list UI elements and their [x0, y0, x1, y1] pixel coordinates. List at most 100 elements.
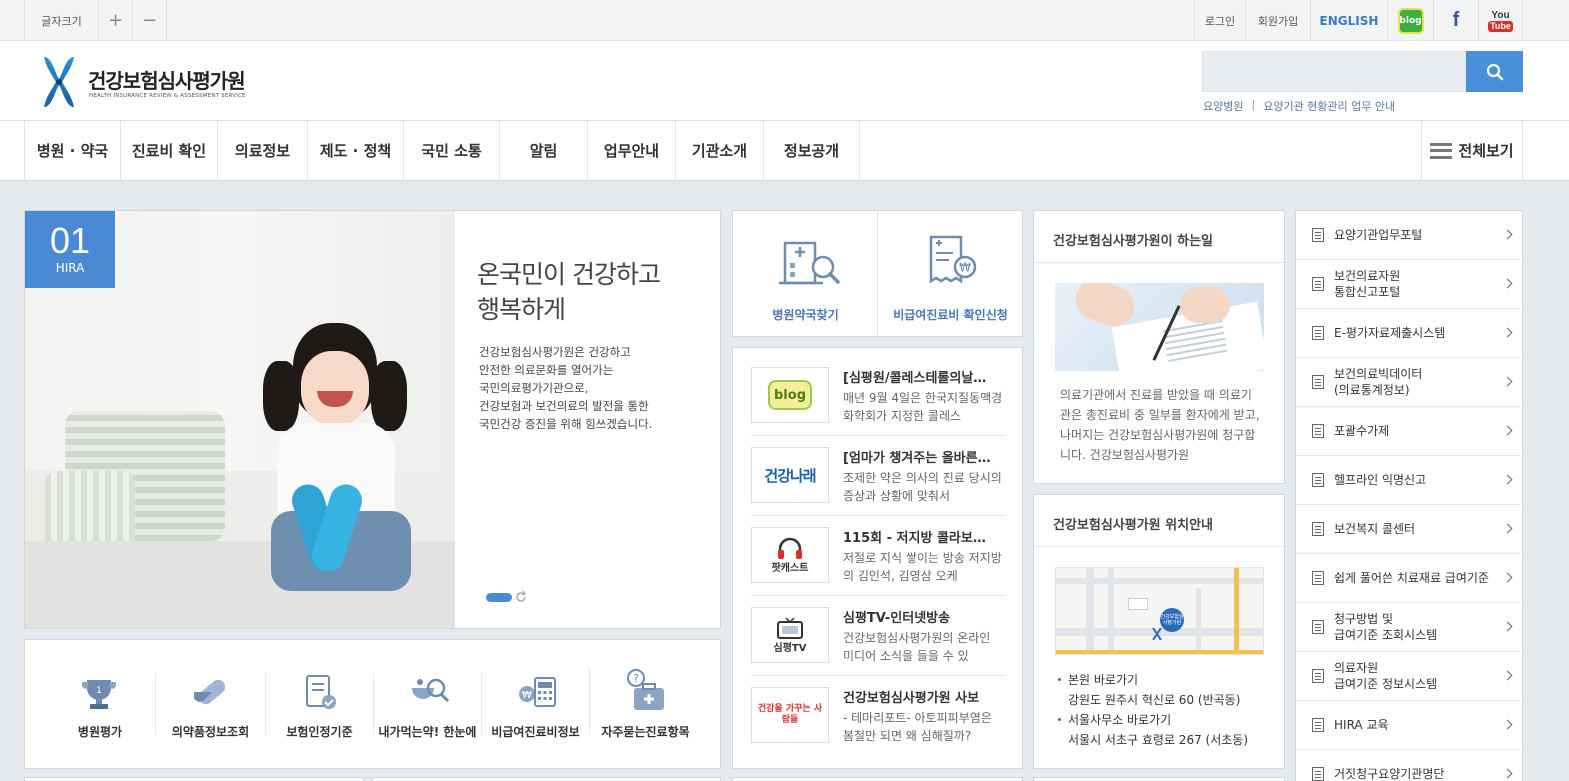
hira-tv-thumb: 심평TV	[751, 607, 829, 663]
news-item[interactable]: 건강을 가꾸는 사람들 건강보험심사평가원 사보 - 테마리포트- 아토피피부염…	[751, 687, 1007, 767]
location-map[interactable]: 건강보험심사평가원	[1055, 567, 1264, 655]
medical-bag-question-icon: ?	[627, 669, 664, 710]
link-care-portal[interactable]: 요양기관업무포털	[1296, 211, 1521, 260]
document-check-icon	[306, 675, 336, 709]
related-sites: 요양기관업무포털 보건의료자원 통합신고포털 E-평가자료제출시스템 보건의료빅데…	[1295, 210, 1523, 781]
hospital-search-icon	[779, 241, 840, 285]
youtube-link[interactable]: You Tube	[1478, 0, 1523, 41]
seoul-link[interactable]: 서울사무소 바로가기	[1058, 710, 1248, 730]
nav-medical-fee-check[interactable]: 진료비 확인	[121, 121, 218, 180]
document-icon	[1312, 522, 1324, 536]
all-menu-label: 전체보기	[1458, 142, 1514, 160]
quick-drug-info[interactable]: 의약품정보조회	[155, 674, 265, 739]
nav-about[interactable]: 기관소개	[676, 121, 764, 180]
about-title[interactable]: 건강보험심사평가원이 하는일	[1053, 230, 1213, 249]
chevron-right-icon	[1502, 768, 1513, 779]
medicine-magnifier-icon	[412, 678, 450, 703]
facebook-icon: f	[1452, 9, 1460, 31]
nav-notice[interactable]: 알림	[500, 121, 588, 180]
link-call-center[interactable]: 보건복지 콜센터	[1296, 505, 1521, 554]
news-title[interactable]: [심평원/콜레스테롤의날…	[843, 367, 1003, 386]
news-description: 건강보험심사평가원의 온라인 미디어 소식을 들을 수 있	[843, 631, 991, 663]
chevron-right-icon	[1502, 572, 1513, 583]
hero-title: 온국민이 건강하고 행복하게	[477, 260, 661, 324]
svg-text:₩: ₩	[522, 690, 532, 701]
link-claim-method[interactable]: 청구방법 및 급여기준 조회시스템	[1296, 603, 1521, 652]
hq-address: 강원도 원주시 혁신로 60 (반곡동)	[1068, 693, 1241, 707]
nav-medical-info[interactable]: 의료정보	[218, 121, 308, 180]
document-icon	[1312, 277, 1324, 291]
document-icon	[1312, 669, 1324, 683]
site-header: 건강보험심사평가원 HEALTH INSURANCE REVIEW & ASSE…	[0, 41, 1569, 120]
chevron-right-icon	[1502, 474, 1513, 485]
slide-number-badge: 01 HIRA	[25, 211, 115, 288]
hq-link[interactable]: 본원 바로가기	[1058, 670, 1248, 690]
news-description: 매년 9월 4일은 한국지질동맥경화학회가 지정한 콜레스	[843, 391, 1003, 423]
login-link[interactable]: 로그인	[1194, 0, 1245, 41]
sub-link-status-guide[interactable]: 요양기관 현황관리 업무 안내	[1263, 98, 1395, 114]
nav-business-guide[interactable]: 업무안내	[588, 121, 676, 180]
link-big-data[interactable]: 보건의료빅데이터 (의료통계정보)	[1296, 358, 1521, 407]
hira-marker-icon	[1152, 628, 1162, 640]
health-magazine-thumb: 건강나래	[751, 447, 829, 503]
seoul-address: 서울시 서초구 효령로 267 (서초동)	[1068, 733, 1249, 747]
chevron-right-icon	[1502, 523, 1513, 534]
about-description: 의료기관에서 진료를 받았을 때 의료기관은 총진료비 중 일부를 환자에게 받…	[1060, 388, 1260, 462]
facebook-link[interactable]: f	[1433, 0, 1478, 41]
link-helpline[interactable]: 헬프라인 익명신고	[1296, 456, 1521, 505]
location-title[interactable]: 건강보험심사평가원 위치안내	[1053, 514, 1213, 533]
news-title[interactable]: 건강보험심사평가원 사보	[843, 687, 1003, 706]
chevron-right-icon	[1502, 376, 1513, 387]
quick-hospital-evaluation[interactable]: 1 병원평가	[45, 640, 155, 768]
blog-thumb: blog	[751, 367, 829, 423]
quick-menu: 1 병원평가 의약품정보조회 보험인정기준 내가먹는약! 한눈에 ₩ 비급여진료…	[24, 639, 721, 769]
hero-description: 건강보험심사평가원은 건강하고 안전한 의료문화를 열어가는 국민의료평가기관으…	[479, 345, 653, 431]
search-input[interactable]	[1202, 51, 1466, 92]
quick-nonpay-info[interactable]: ₩ 비급여진료비정보	[481, 674, 589, 739]
news-title[interactable]: 115회 - 저지방 콜라보…	[843, 527, 1003, 546]
signup-link[interactable]: 회원가입	[1245, 0, 1310, 41]
news-title[interactable]: 심평TV-인터넷방송	[843, 607, 1003, 626]
link-material-criteria[interactable]: 쉽게 풀어쓴 치료재료 급여기준	[1296, 554, 1521, 603]
nav-info-disclosure[interactable]: 정보공개	[764, 121, 860, 180]
find-hospital-button[interactable]: 병원약국찾기	[733, 211, 878, 336]
link-drg[interactable]: 포괄수가제	[1296, 407, 1521, 456]
link-hira-education[interactable]: HIRA 교육	[1296, 701, 1521, 750]
link-health-resource-portal[interactable]: 보건의료자원 통합신고포털	[1296, 260, 1521, 309]
site-logo[interactable]: 건강보험심사평가원 HEALTH INSURANCE REVIEW & ASSE…	[40, 55, 280, 111]
refresh-icon[interactable]	[515, 590, 527, 603]
link-false-claim-list[interactable]: 거짓청구요양기관명단	[1296, 750, 1521, 781]
quick-my-medicine[interactable]: 내가먹는약! 한눈에	[373, 674, 481, 739]
font-decrease-button[interactable]: −	[132, 0, 167, 41]
chevron-right-icon	[1502, 229, 1513, 240]
headphones-icon	[778, 537, 802, 559]
blog-link[interactable]: blog	[1387, 0, 1433, 41]
document-icon	[1312, 718, 1324, 732]
sub-link-nursing-hospital[interactable]: 요양병원	[1203, 98, 1243, 114]
news-title[interactable]: [엄마가 챙겨주는 올바른…	[843, 447, 1003, 466]
receipt-won-icon: ₩	[929, 235, 977, 284]
search-button[interactable]	[1466, 51, 1523, 92]
link-medical-resource[interactable]: 의료자원 급여기준 정보시스템	[1296, 652, 1521, 701]
chevron-right-icon	[1502, 327, 1513, 338]
all-menu-button[interactable]: 전체보기	[1421, 121, 1523, 180]
youtube-icon: You Tube	[1488, 9, 1513, 32]
about-image	[1055, 283, 1264, 371]
nonpay-check-button[interactable]: ₩ 비급여진료비 확인신청	[879, 211, 1022, 336]
nav-policy[interactable]: 제도 · 정책	[308, 121, 404, 180]
nav-hospital-pharmacy[interactable]: 병원 · 약국	[24, 121, 121, 180]
quick-insurance-criteria[interactable]: 보험인정기준	[265, 674, 373, 739]
font-increase-button[interactable]: +	[98, 0, 132, 41]
english-link[interactable]: ENGLISH	[1310, 0, 1387, 41]
hira-logo-icon	[44, 57, 74, 107]
child-face	[301, 351, 369, 425]
blog-icon: blog	[1397, 7, 1424, 34]
map-marker: 건강보험심사평가원	[1160, 608, 1184, 632]
logo-title: 건강보험심사평가원	[88, 69, 246, 93]
news-description: 저절로 지식 쌓이는 방송 저지방의 김인석, 김영삼 오케	[843, 551, 1002, 583]
document-icon	[1312, 620, 1324, 634]
link-e-evaluation[interactable]: E-평가자료제출시스템	[1296, 309, 1521, 358]
nav-public-communication[interactable]: 국민 소통	[404, 121, 500, 180]
slide-indicator[interactable]	[486, 593, 512, 602]
quick-faq-treatment[interactable]: ? 자주묻는진료항목	[589, 668, 701, 739]
